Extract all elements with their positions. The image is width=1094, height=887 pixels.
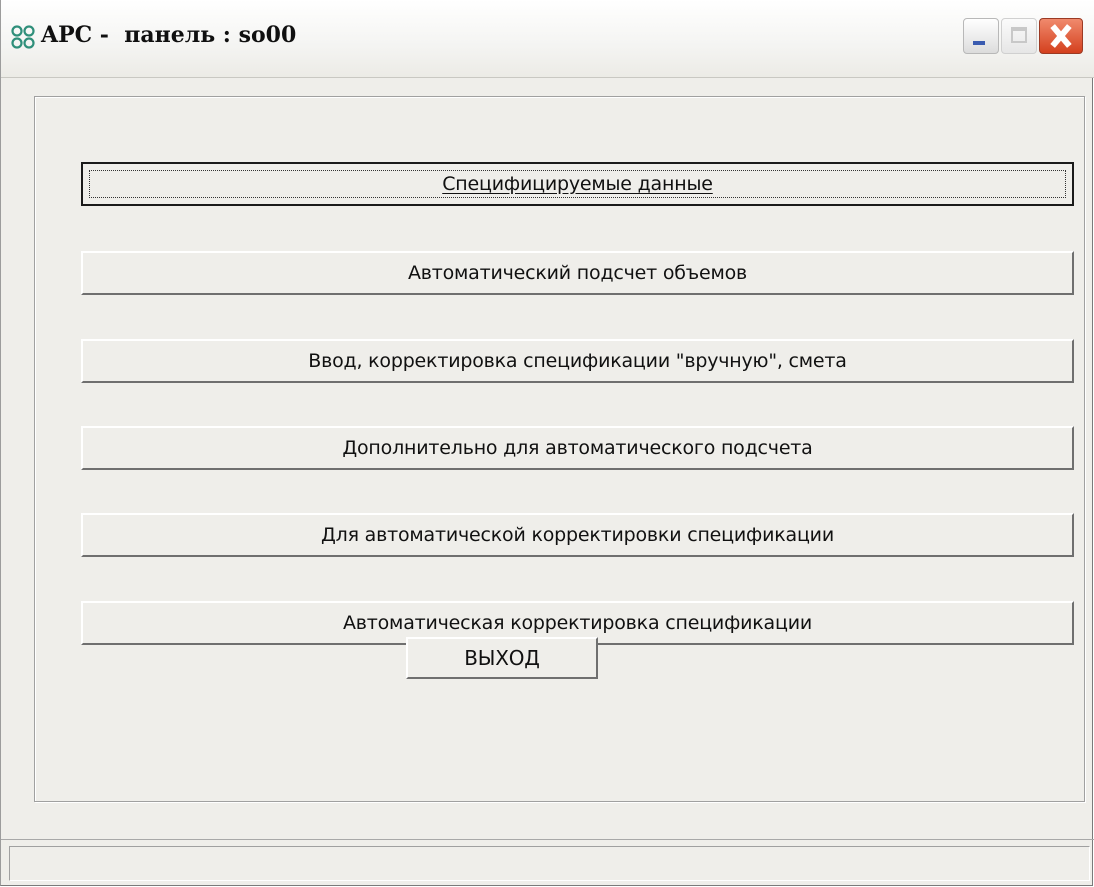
close-button[interactable]: [1039, 18, 1083, 54]
maximize-button[interactable]: [1001, 18, 1037, 54]
manual-spec-edit-label: Ввод, корректировка спецификации "вручну…: [308, 350, 847, 372]
app-icon: [11, 25, 35, 49]
for-auto-spec-correction-button[interactable]: Для автоматической корректировки специфи…: [81, 513, 1074, 557]
auto-spec-correction-label: Автоматическая корректировка спецификаци…: [342, 612, 813, 634]
auto-count-extra-button[interactable]: Дополнительно для автоматического подсче…: [81, 426, 1074, 470]
window-title: APC - панель : so00: [41, 22, 297, 48]
app-window: APC - панель : so00 Специфицируемые данн…: [0, 0, 1094, 886]
manual-spec-edit-button[interactable]: Ввод, корректировка спецификации "вручну…: [81, 339, 1074, 383]
focus-rectangle: [89, 170, 1066, 198]
status-bar: [1, 839, 1094, 885]
title-bar[interactable]: APC - панель : so00: [1, 0, 1094, 78]
auto-count-extra-label: Дополнительно для автоматического подсче…: [342, 437, 813, 459]
for-auto-spec-correction-label: Для автоматической корректировки специфи…: [321, 524, 834, 546]
auto-volume-count-label: Автоматический подсчет объемов: [407, 262, 748, 284]
specified-data-button[interactable]: Специфицируемые данные: [81, 162, 1074, 206]
auto-volume-count-button[interactable]: Автоматический подсчет объемов: [81, 251, 1074, 295]
minimize-button[interactable]: [963, 18, 999, 54]
exit-button[interactable]: ВЫХОД: [406, 637, 598, 679]
exit-label: ВЫХОД: [464, 646, 540, 670]
status-pane: [9, 846, 1090, 881]
